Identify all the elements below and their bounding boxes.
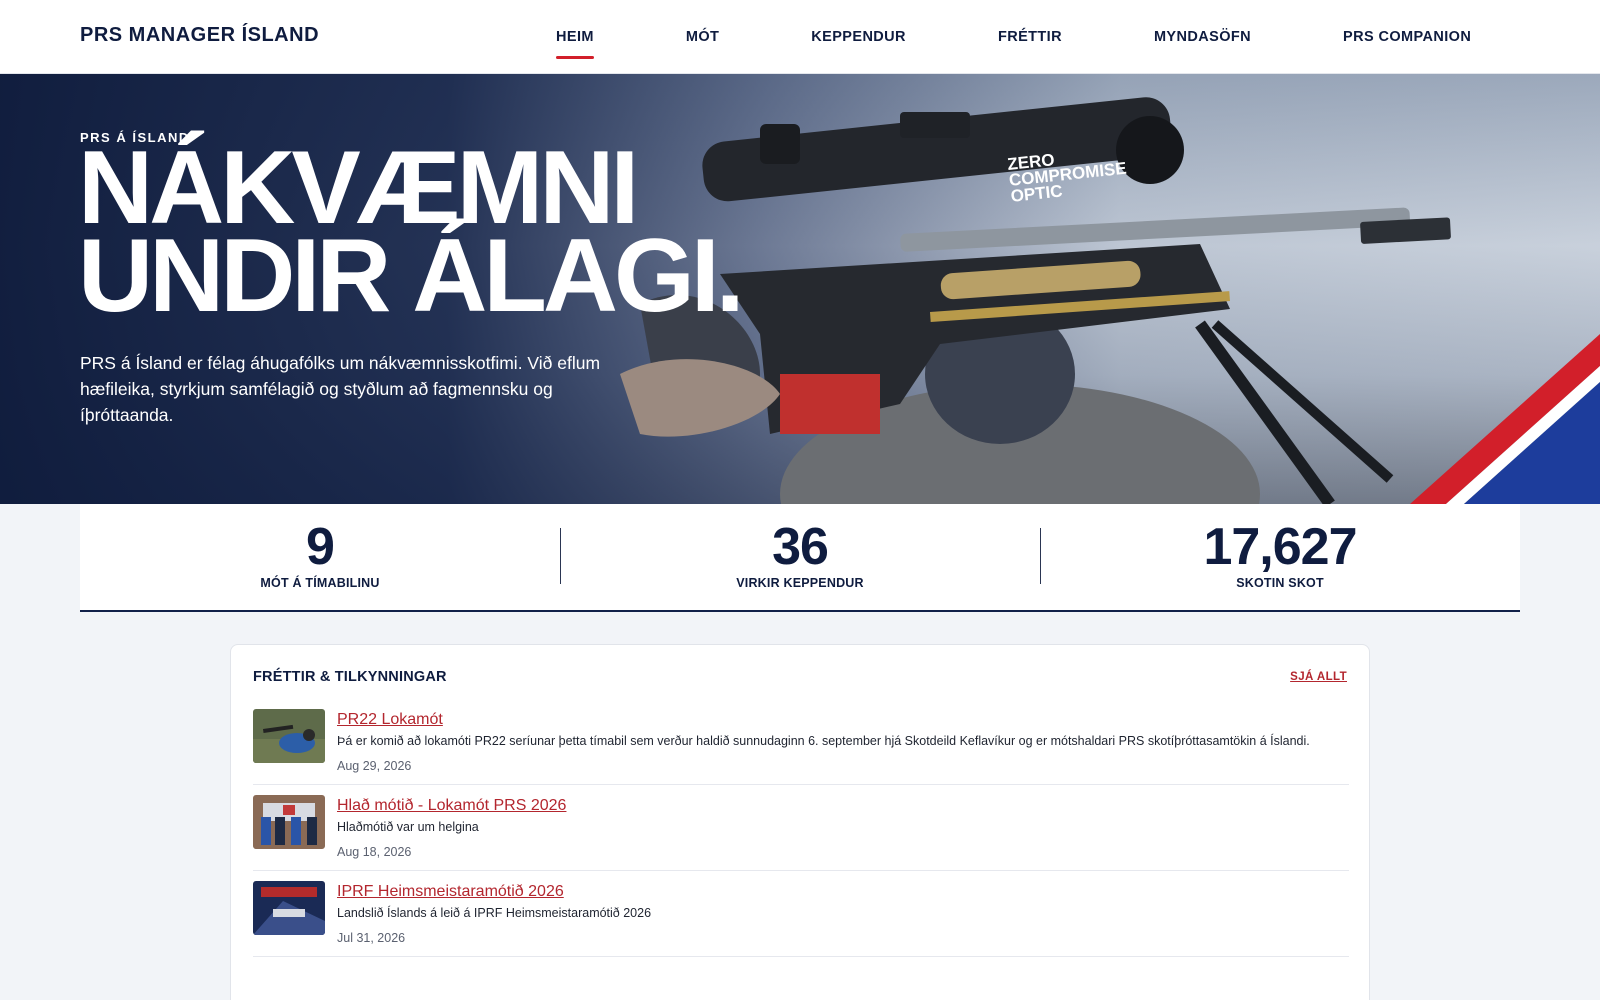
news-thumbnail-image[interactable]: [253, 795, 325, 849]
main-nav: HEIM MÓT KEPPENDUR FRÉTTIR MYNDASÖFN PRS…: [538, 0, 1489, 74]
news-thumbnail-image[interactable]: [253, 881, 325, 935]
nav-item-mot[interactable]: MÓT: [668, 23, 737, 51]
stat-label: VIRKIR KEPPENDUR: [736, 576, 864, 590]
brand-logo-text[interactable]: PRS MANAGER ÍSLAND: [80, 24, 319, 47]
stat-mot: 9 MÓT Á TÍMABILINU: [80, 504, 560, 610]
hero-banner: ZERO COMPROMISE OPTIC PRS Á ÍSLAND NÁKVÆ…: [0, 74, 1600, 504]
nav-item-keppendur[interactable]: KEPPENDUR: [793, 23, 924, 51]
news-item-body: PR22 Lokamót Þá er komið að lokamóti PR2…: [337, 709, 1349, 774]
news-thumbnail-image[interactable]: [253, 709, 325, 763]
news-item: PR22 Lokamót Þá er komið að lokamóti PR2…: [253, 709, 1349, 785]
top-navigation-bar: PRS MANAGER ÍSLAND HEIM MÓT KEPPENDUR FR…: [0, 0, 1600, 74]
stat-keppendur: 36 VIRKIR KEPPENDUR: [560, 504, 1040, 610]
news-item-summary: Hlaðmótið var um helgina: [337, 820, 479, 834]
news-item-date: Jul 31, 2026: [337, 931, 406, 945]
stats-bar: 9 MÓT Á TÍMABILINU 36 VIRKIR KEPPENDUR 1…: [80, 504, 1520, 612]
stat-label: MÓT Á TÍMABILINU: [260, 576, 380, 590]
stat-value: 17,627: [1203, 518, 1357, 576]
news-item: Hlað mótið - Lokamót PRS 2026 Hlaðmótið …: [253, 795, 1349, 871]
stat-value: 9: [306, 518, 335, 576]
stat-skot: 17,627 SKOTIN SKOT: [1040, 504, 1520, 610]
news-item-summary: Landslið Íslands á leið á IPRF Heimsmeis…: [337, 906, 652, 920]
news-card: FRÉTTIR & TILKYNNINGAR SJÁ ALLT PR22 Lok…: [230, 644, 1370, 1000]
stat-value: 36: [772, 518, 829, 576]
news-item-title[interactable]: Hlað mótið - Lokamót PRS 2026: [337, 795, 566, 817]
news-item-date: Aug 18, 2026: [337, 845, 412, 859]
news-item-title[interactable]: PR22 Lokamót: [337, 709, 443, 731]
news-list: PR22 Lokamót Þá er komið að lokamóti PR2…: [253, 709, 1349, 967]
nav-item-myndasofn[interactable]: MYNDASÖFN: [1136, 23, 1269, 51]
news-item-summary: Þá er komið að lokamóti PR22 seríunar þe…: [337, 734, 1310, 748]
see-all-link[interactable]: SJÁ ALLT: [1290, 671, 1347, 683]
hero-title: NÁKVÆMNI UNDIR ÁLAGI.: [78, 136, 745, 334]
news-heading: FRÉTTIR & TILKYNNINGAR: [253, 669, 447, 685]
nav-item-heim[interactable]: HEIM: [538, 23, 612, 59]
hero-description: PRS á Ísland er félag áhugafólks um nákv…: [80, 353, 601, 425]
news-item-title[interactable]: IPRF Heimsmeistaramótið 2026: [337, 881, 564, 903]
stat-label: SKOTIN SKOT: [1236, 576, 1324, 590]
nav-item-frettir[interactable]: FRÉTTIR: [980, 23, 1080, 51]
news-item: IPRF Heimsmeistaramótið 2026 Landslið Ís…: [253, 881, 1349, 957]
nav-item-prs-companion[interactable]: PRS COMPANION: [1325, 23, 1489, 51]
news-item-body: Hlað mótið - Lokamót PRS 2026 Hlaðmótið …: [337, 795, 1349, 860]
news-item-body: IPRF Heimsmeistaramótið 2026 Landslið Ís…: [337, 881, 1349, 946]
news-item-date: Aug 29, 2026: [337, 759, 412, 773]
hero-title-line-2: UNDIR ÁLAGI.: [78, 218, 745, 334]
